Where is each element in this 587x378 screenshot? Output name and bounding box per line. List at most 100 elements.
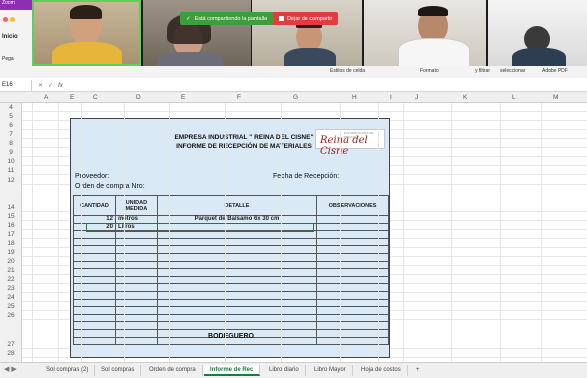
table-row[interactable] [73,313,389,323]
table-row[interactable] [73,260,389,270]
table-row[interactable] [73,283,389,292]
empty-cell[interactable] [156,245,318,254]
table-row[interactable] [73,237,389,247]
fx-icon[interactable]: fx [58,83,63,89]
row-header[interactable]: 4 [0,104,22,111]
row-header[interactable]: 8 [0,140,22,147]
sort-filter-button[interactable]: y filtrar [475,68,490,74]
empty-cell[interactable] [114,275,158,285]
row-header[interactable]: 12 [0,177,22,184]
tab-sheet[interactable]: Sol compras (2) [40,365,96,376]
row-header[interactable]: 26 [0,312,22,319]
tab-sheet[interactable]: Orden de compra [143,365,203,376]
selected-cell[interactable] [86,223,314,232]
cell-qty[interactable]: 12 [73,215,116,224]
cell-styles-button[interactable]: Estilos de celda [330,68,365,74]
empty-cell[interactable] [156,275,318,285]
row-header[interactable]: 7 [0,131,22,138]
add-sheet-button[interactable]: + [410,365,426,376]
empty-cell[interactable] [114,252,158,262]
cell-unit[interactable]: metros [114,215,158,224]
row-header[interactable]: 14 [0,204,22,211]
column-header[interactable]: H [352,94,357,101]
table-row[interactable] [73,245,389,254]
empty-cell[interactable] [73,306,116,315]
cell-detail[interactable]: Parquet de Balsamo 6x 30 cm [156,215,318,224]
row-header[interactable]: 27 [0,341,22,348]
worksheet-grid[interactable]: A E C D E F G H I J K L M 4 5 6 7 8 9 10 11 12 14 15 16 17 18 19 20… [0,92,587,362]
row-header[interactable]: 22 [0,276,22,283]
empty-cell[interactable] [156,313,318,323]
tab-sheet[interactable]: Libro diario [263,365,306,376]
empty-cell[interactable] [73,283,116,292]
column-header[interactable]: J [415,94,418,101]
empty-cell[interactable] [114,321,158,330]
row-header[interactable]: 15 [0,213,22,220]
empty-cell[interactable] [114,313,158,323]
row-header[interactable]: 25 [0,303,22,310]
table-row[interactable] [73,306,389,315]
column-header[interactable]: F [237,94,241,101]
empty-cell[interactable] [73,290,116,300]
column-header[interactable]: D [136,94,141,101]
empty-cell[interactable] [156,321,318,330]
row-header[interactable]: 17 [0,231,22,238]
empty-cell[interactable] [73,260,116,270]
confirm-icon[interactable]: ✓ [48,82,53,89]
table-row[interactable] [73,298,389,308]
format-button[interactable]: Formato [420,68,439,74]
table-row[interactable] [73,321,389,330]
empty-cell[interactable] [114,283,158,292]
empty-cell[interactable] [156,283,318,292]
empty-cell[interactable] [114,306,158,315]
empty-cell[interactable] [73,268,116,277]
column-header[interactable]: E [181,94,185,101]
row-header[interactable]: 23 [0,285,22,292]
empty-cell[interactable] [114,260,158,270]
adobe-pdf-button[interactable]: Adobe PDF [542,68,568,74]
paste-button[interactable]: Pega [2,56,14,62]
tab-sheet-active[interactable]: Informe de Rec [204,365,261,376]
tab-home[interactable]: Inicio [2,34,18,40]
tab-sheet[interactable]: Libro Mayor [308,365,353,376]
empty-cell[interactable] [73,245,116,254]
column-header[interactable]: A [44,94,48,101]
column-header[interactable]: G [293,94,298,101]
row-header[interactable]: 9 [0,149,22,156]
empty-cell[interactable] [156,252,318,262]
empty-cell[interactable] [114,237,158,247]
empty-cell[interactable] [156,237,318,247]
table-row[interactable]: 12 metros Parquet de Balsamo 6x 30 cm [73,215,389,224]
empty-cell[interactable] [156,306,318,315]
empty-cell[interactable] [156,290,318,300]
empty-cell[interactable] [73,252,116,262]
tab-sheet[interactable]: Sol compras [95,365,142,376]
close-window-icon[interactable] [3,17,8,22]
empty-cell[interactable] [73,237,116,247]
table-row[interactable] [73,268,389,277]
column-header[interactable]: E [70,94,74,101]
empty-cell[interactable] [73,313,116,323]
column-header[interactable]: L [512,94,516,101]
name-box[interactable]: E16 [0,80,32,91]
row-header[interactable]: 19 [0,249,22,256]
empty-cell[interactable] [73,321,116,330]
empty-cell[interactable] [73,298,116,308]
empty-cell[interactable] [114,290,158,300]
sheet-nav-arrows[interactable]: ◀ ▶ [4,365,17,373]
row-header[interactable]: 28 [0,350,22,357]
row-header[interactable]: 20 [0,258,22,265]
column-header[interactable]: K [463,94,467,101]
empty-cell[interactable] [156,260,318,270]
row-header[interactable]: 21 [0,267,22,274]
row-header[interactable]: 11 [0,167,22,174]
table-row[interactable] [73,252,389,262]
row-header[interactable]: 16 [0,222,22,229]
row-header[interactable]: 6 [0,122,22,129]
empty-cell[interactable] [114,245,158,254]
empty-cell[interactable] [114,298,158,308]
column-header[interactable]: I [390,94,392,101]
tab-sheet[interactable]: Hoja de costos [355,365,408,376]
column-header[interactable]: M [553,94,558,101]
empty-cell[interactable] [73,275,116,285]
